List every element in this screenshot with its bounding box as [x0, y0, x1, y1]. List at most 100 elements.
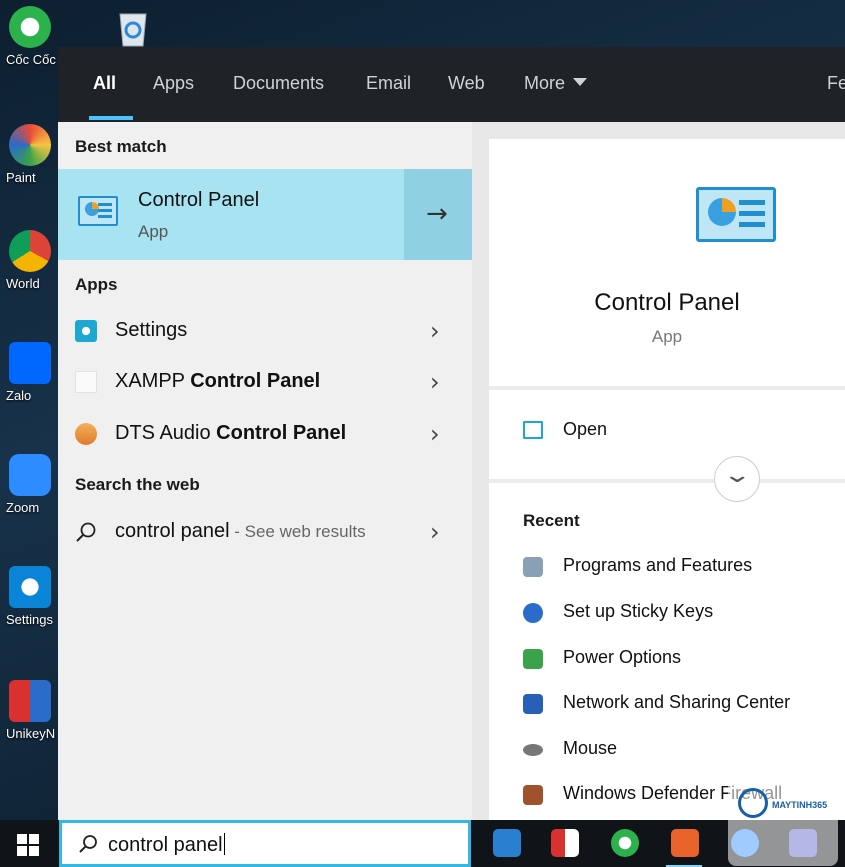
best-match-header: Best match	[75, 137, 167, 156]
preview-subtitle: App	[651, 327, 683, 346]
tab-apps[interactable]: Apps	[153, 73, 194, 94]
expand-button[interactable]: ⌄	[714, 456, 760, 502]
web-result[interactable]: control panel - See web results ›	[58, 508, 472, 556]
watermark-text: MAYTINH365	[772, 800, 828, 810]
recent-item-label: Programs and Features	[563, 555, 753, 575]
app-result-xampp[interactable]: XAMPP Control Panel ›	[58, 358, 472, 406]
active-tab-indicator	[89, 116, 133, 120]
open-action[interactable]: Open	[523, 419, 823, 449]
desktop-icon-settings[interactable]: Settings	[0, 566, 60, 627]
tab-more-label: More	[524, 73, 566, 93]
shield-icon	[671, 829, 699, 857]
taskbar-app-desktop[interactable]	[482, 826, 530, 862]
text-cursor	[223, 833, 225, 855]
desktop-icon-label: Paint	[6, 170, 36, 185]
chevron-right-icon: ›	[430, 518, 440, 546]
paint-icon	[9, 124, 51, 166]
desktop-icon-world[interactable]: World	[0, 230, 60, 291]
zoom-icon	[9, 454, 51, 496]
apps-header: Apps	[75, 275, 118, 294]
chevron-right-icon: ›	[430, 368, 440, 396]
app-result-dts-audio[interactable]: DTS Audio Control Panel ›	[58, 410, 472, 458]
search-input[interactable]: control panel	[108, 833, 225, 857]
tab-all[interactable]: All	[93, 73, 116, 94]
recent-item-label: Power Options	[563, 647, 682, 667]
open-label: Open	[563, 419, 608, 439]
desktop-icon-zoom[interactable]: Zoom	[0, 454, 60, 515]
open-external-icon	[523, 421, 543, 439]
dts-audio-icon	[75, 423, 97, 445]
unikey-icon	[9, 680, 51, 722]
desktop-icon-label: Zoom	[6, 500, 40, 515]
app-result-settings[interactable]: Settings ›	[58, 307, 472, 355]
control-panel-icon	[696, 187, 776, 242]
recent-header: Recent	[523, 511, 580, 530]
open-preview-button[interactable]: →	[404, 169, 472, 260]
coccoc-icon	[611, 829, 639, 857]
taskbar-app-unikey[interactable]	[540, 826, 588, 862]
chevron-down-icon: ⌄	[722, 463, 752, 488]
chevron-right-icon: ›	[430, 420, 440, 448]
chrome-icon	[9, 230, 51, 272]
tab-web[interactable]: Web	[448, 73, 485, 94]
best-match-control-panel[interactable]: Control Panel App	[58, 169, 402, 260]
desktop-icon-label: UnikeyN	[6, 726, 56, 741]
xampp-icon	[75, 371, 97, 393]
search-icon	[76, 522, 96, 542]
programs-features-icon	[523, 557, 543, 577]
desktop-icon-zalo[interactable]: Zalo	[0, 342, 60, 403]
divider	[489, 479, 845, 483]
results-list: Best match Control Panel App → Apps Sett…	[58, 122, 472, 820]
recent-item-label: Network and Sharing Center	[563, 692, 791, 712]
unikey-icon	[551, 829, 579, 857]
desktop-app-icon	[493, 829, 521, 857]
settings-gear-icon	[75, 320, 97, 342]
recent-item-programs-features[interactable]: Programs and Features	[523, 555, 843, 585]
tab-more[interactable]: More	[524, 73, 588, 94]
app-result-label: Settings	[115, 319, 188, 341]
caret-down-icon	[573, 78, 588, 86]
preview-title: Control Panel	[594, 289, 740, 316]
recent-item-label: Mouse	[563, 738, 618, 758]
taskbar-app-coccoc[interactable]	[600, 826, 648, 862]
recent-item-network-sharing[interactable]: Network and Sharing Center	[523, 692, 843, 722]
preview-pane: Control Panel App Open ⌄ Recent Programs…	[472, 122, 845, 820]
taskbar-app-shield[interactable]	[660, 826, 708, 867]
tab-documents[interactable]: Documents	[233, 73, 324, 94]
mouse-icon	[523, 744, 543, 756]
tab-feedback[interactable]: Fe	[827, 73, 845, 94]
taskbar: control panel	[0, 820, 845, 867]
web-result-label: control panel - See web results	[115, 520, 366, 542]
zalo-icon	[9, 342, 51, 384]
desktop-icon-label: World	[6, 276, 40, 291]
desktop-icons: Cốc Cốc Paint World Zalo Zoom Settings U…	[0, 0, 60, 820]
divider	[489, 386, 845, 390]
recent-item-power-options[interactable]: Power Options	[523, 647, 843, 677]
app-result-label: DTS Audio Control Panel	[115, 422, 347, 444]
arrow-right-icon: →	[426, 199, 448, 229]
best-match-title: Control Panel	[138, 189, 260, 211]
search-filter-tabs: All Apps Documents Email Web More Fe	[58, 47, 845, 122]
desktop-icon-coccoc[interactable]: Cốc Cốc	[0, 6, 60, 67]
app-result-label: XAMPP Control Panel	[115, 370, 321, 392]
chevron-right-icon: ›	[430, 317, 440, 345]
taskbar-search-box[interactable]: control panel	[59, 820, 471, 867]
search-icon	[79, 835, 97, 853]
watermark: MAYTINH365	[728, 748, 838, 866]
desktop-icon-unikey[interactable]: UnikeyN	[0, 680, 60, 741]
search-panel: All Apps Documents Email Web More Fe Bes…	[58, 47, 845, 820]
gear-icon	[9, 566, 51, 608]
desktop-icon-label: Zalo	[6, 388, 32, 403]
search-web-header: Search the web	[75, 475, 200, 494]
best-match-result: Control Panel App →	[58, 169, 472, 260]
best-match-subtitle: App	[138, 222, 169, 241]
tab-email[interactable]: Email	[366, 73, 411, 94]
start-button[interactable]	[17, 834, 39, 856]
preview-card: Control Panel App Open ⌄ Recent Programs…	[489, 139, 845, 820]
desktop-icon-paint[interactable]: Paint	[0, 124, 60, 185]
recent-item-sticky-keys[interactable]: Set up Sticky Keys	[523, 601, 843, 631]
recycle-bin-icon[interactable]	[115, 8, 151, 48]
watermark-logo-icon	[738, 788, 768, 818]
desktop-icon-label: Settings	[6, 612, 53, 627]
desktop-icon-label: Cốc Cốc	[6, 52, 56, 67]
